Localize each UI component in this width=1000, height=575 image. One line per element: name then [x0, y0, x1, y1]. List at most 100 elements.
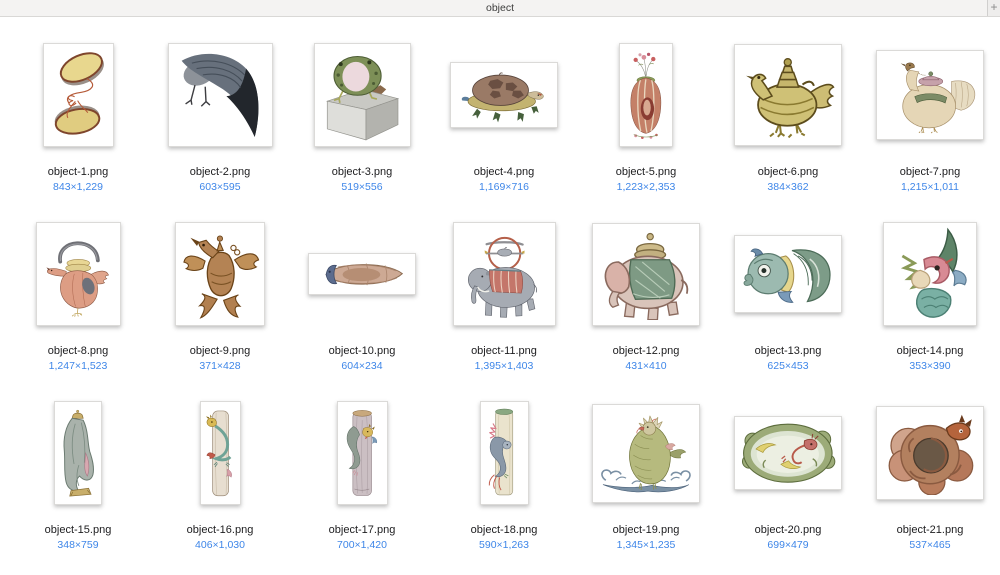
file-thumbnail[interactable]: [734, 416, 842, 490]
file-item[interactable]: object-19.png 1,345×1,235: [575, 387, 717, 566]
file-thumbnail[interactable]: [54, 401, 102, 505]
file-item[interactable]: object-13.png 625×453: [717, 208, 859, 387]
file-item[interactable]: object-4.png 1,169×716: [433, 29, 575, 208]
file-item[interactable]: object-16.png 406×1,030: [149, 387, 291, 566]
file-thumbnail[interactable]: [592, 403, 700, 503]
gray-column-with-dragon-art: [347, 410, 378, 496]
file-thumbnail[interactable]: [479, 401, 529, 505]
file-name: object-21.png: [896, 524, 964, 536]
file-dimensions: 1,247×1,523: [48, 360, 108, 372]
file-thumbnail[interactable]: [452, 222, 556, 326]
cicada-art: [325, 263, 404, 285]
file-dimensions: 603×595: [199, 181, 241, 193]
new-tab-button[interactable]: +: [987, 0, 1000, 16]
file-dimensions: 371×428: [199, 360, 241, 372]
tall-shell-vase-with-flowers-art: [630, 52, 662, 140]
file-thumbnail-area: [859, 208, 1000, 340]
file-name: object-19.png: [612, 524, 680, 536]
file-item[interactable]: object-11.png 1,395×1,403: [433, 208, 575, 387]
file-thumbnail-area: [7, 29, 149, 161]
file-item[interactable]: object-5.png 1,223×2,353: [575, 29, 717, 208]
file-dimensions: 699×479: [767, 539, 809, 551]
file-item[interactable]: object-21.png 537×465: [859, 387, 1000, 566]
file-dimensions: 1,345×1,235: [616, 539, 676, 551]
file-name: object-10.png: [328, 345, 396, 357]
file-dimensions: 625×453: [767, 360, 809, 372]
file-dimensions: 1,169×716: [479, 181, 529, 193]
file-thumbnail[interactable]: [734, 44, 842, 146]
file-thumbnail[interactable]: [450, 62, 558, 128]
file-name: object-1.png: [47, 166, 109, 178]
two-nut-halves-with-red-ribbon-art: [55, 52, 105, 135]
file-item[interactable]: object-8.png 1,247×1,523: [7, 208, 149, 387]
file-name: object-17.png: [328, 524, 396, 536]
file-item[interactable]: object-17.png 700×1,420: [291, 387, 433, 566]
file-thumbnail-area: [149, 29, 291, 161]
file-item[interactable]: object-6.png 384×362: [717, 29, 859, 208]
file-name: object-7.png: [899, 166, 961, 178]
turtle-art: [462, 72, 544, 122]
file-thumbnail[interactable]: [199, 401, 241, 505]
file-name: object-6.png: [757, 166, 819, 178]
file-thumbnail[interactable]: [734, 235, 842, 313]
file-name: object-3.png: [331, 166, 393, 178]
file-item[interactable]: object-12.png 431×410: [575, 208, 717, 387]
file-dimensions: 519×556: [341, 181, 383, 193]
file-name: object-20.png: [754, 524, 822, 536]
file-name: object-16.png: [186, 524, 254, 536]
file-name: object-12.png: [612, 345, 680, 357]
file-thumbnail[interactable]: [876, 50, 984, 140]
file-dimensions: 590×1,263: [479, 539, 529, 551]
file-thumbnail[interactable]: [336, 401, 388, 505]
file-thumbnail-area: [859, 29, 1000, 161]
file-dimensions: 353×390: [909, 360, 951, 372]
file-dimensions: 604×234: [341, 360, 383, 372]
file-dimensions: 1,215×1,011: [901, 181, 959, 193]
file-thumbnail[interactable]: [592, 222, 700, 326]
tab-bar: object +: [0, 0, 1000, 17]
file-name: object-11.png: [471, 345, 537, 357]
file-item[interactable]: object-2.png 603×595: [149, 29, 291, 208]
file-thumbnail[interactable]: [876, 406, 984, 500]
file-dimensions: 700×1,420: [337, 539, 387, 551]
file-dimensions: 1,395×1,403: [474, 360, 534, 372]
file-thumbnail[interactable]: [883, 222, 977, 326]
brass-bird-teapot-art: [746, 58, 835, 139]
file-name: object-18.png: [470, 524, 538, 536]
file-thumbnail-area: [7, 208, 149, 340]
file-thumbnail[interactable]: [42, 43, 114, 147]
file-thumbnail-area: [717, 208, 859, 340]
file-thumbnail[interactable]: [175, 222, 265, 326]
file-dimensions: 384×362: [767, 181, 809, 193]
file-item[interactable]: object-14.png 353×390: [859, 208, 1000, 387]
file-grid: object-1.png 843×1,229 object-2.png 603×…: [0, 17, 1000, 566]
file-thumbnail-area: [717, 29, 859, 161]
file-dimensions: 406×1,030: [195, 539, 245, 551]
file-thumbnail[interactable]: [313, 43, 411, 147]
file-thumbnail[interactable]: [35, 222, 121, 326]
column-with-dragon-art: [206, 410, 232, 497]
file-item[interactable]: object-20.png 699×479: [717, 387, 859, 566]
file-item[interactable]: object-9.png 371×428: [149, 208, 291, 387]
file-name: object-15.png: [44, 524, 112, 536]
oval-platter-with-dragon-art: [742, 423, 836, 483]
file-item[interactable]: object-18.png 590×1,263: [433, 387, 575, 566]
frog-on-stone-block-art: [326, 56, 400, 141]
cream-column-with-dragon-art: [489, 408, 514, 496]
file-item[interactable]: object-1.png 843×1,229: [7, 29, 149, 208]
green-dragon-bird-on-foliage-art: [601, 415, 691, 493]
file-thumbnail[interactable]: [619, 43, 673, 147]
file-thumbnail[interactable]: [167, 43, 273, 147]
file-thumbnail[interactable]: [308, 253, 416, 295]
file-dimensions: 348×759: [57, 539, 99, 551]
file-item[interactable]: object-15.png 348×759: [7, 387, 149, 566]
file-item[interactable]: object-7.png 1,215×1,011: [859, 29, 1000, 208]
file-name: object-14.png: [896, 345, 964, 357]
file-item[interactable]: object-3.png 519×556: [291, 29, 433, 208]
file-thumbnail-area: [433, 387, 575, 519]
file-thumbnail-area: [433, 29, 575, 161]
file-dimensions: 431×410: [625, 360, 667, 372]
file-name: object-8.png: [47, 345, 109, 357]
file-item[interactable]: object-10.png 604×234: [291, 208, 433, 387]
finder-window: object + object-1.png 843×1,229 object-2…: [0, 0, 1000, 566]
